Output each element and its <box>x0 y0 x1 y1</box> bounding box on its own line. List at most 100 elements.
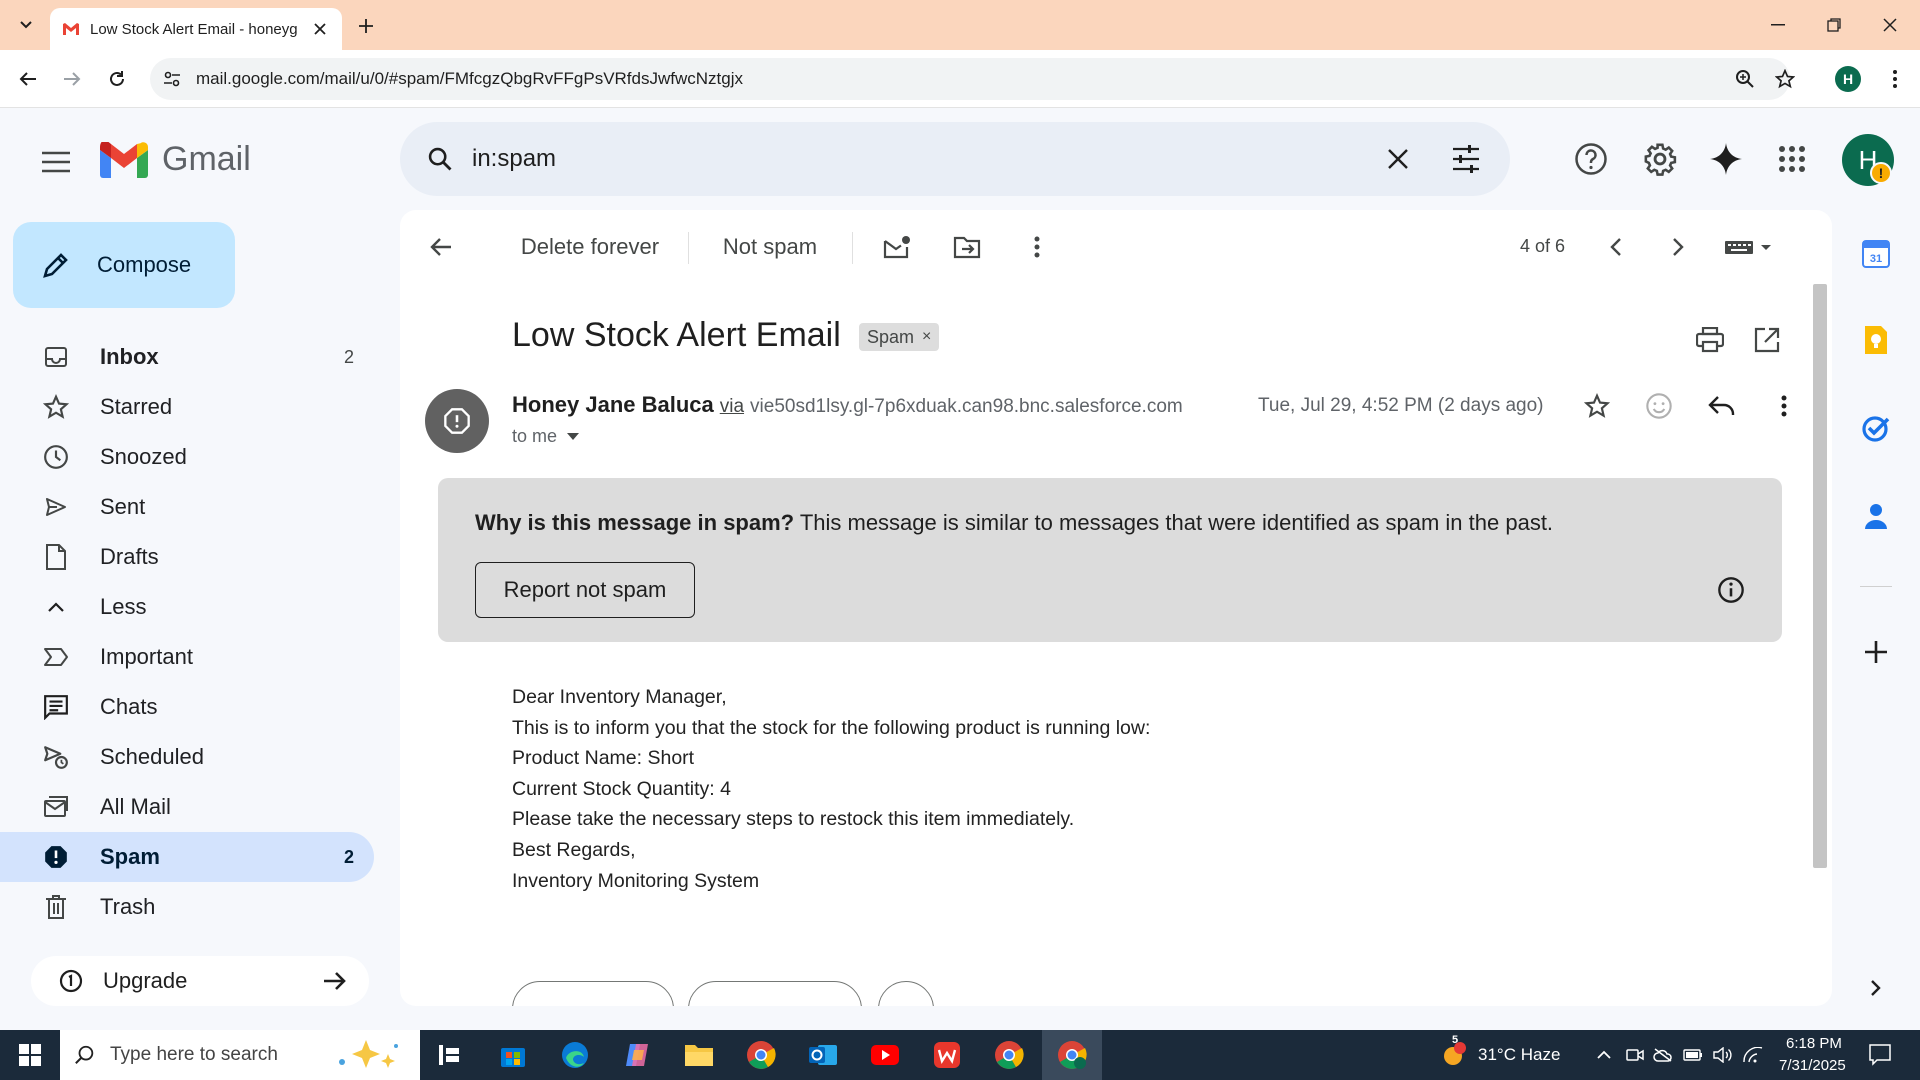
email-scrollbar[interactable] <box>1813 284 1827 868</box>
main-menu-icon[interactable] <box>36 142 76 182</box>
gmail-logo[interactable]: Gmail <box>100 140 251 179</box>
search-options-tune-icon[interactable] <box>1448 141 1484 177</box>
file-explorer-icon[interactable] <box>681 1037 717 1073</box>
tasks-app-icon[interactable] <box>1858 410 1894 446</box>
minimize-window-icon[interactable] <box>1750 0 1806 50</box>
sidebar-item-drafts[interactable]: Drafts <box>0 532 374 582</box>
microsoft-store-icon[interactable] <box>495 1037 531 1073</box>
sidebar-item-all-mail[interactable]: All Mail <box>0 782 374 832</box>
reaction-button[interactable] <box>878 981 934 1006</box>
reply-button[interactable] <box>512 981 674 1006</box>
open-in-new-window-icon[interactable] <box>1749 322 1785 358</box>
input-tools-keyboard-icon[interactable] <box>1720 226 1780 268</box>
search-icon[interactable] <box>422 141 458 177</box>
reload-icon[interactable] <box>103 65 131 93</box>
windows-start-icon[interactable] <box>0 1030 60 1080</box>
tab-search-chevron-icon[interactable] <box>12 10 40 38</box>
browser-menu-kebab-icon[interactable] <box>1882 66 1908 92</box>
delete-forever-button[interactable]: Delete forever <box>510 226 670 268</box>
gemini-sparkle-icon[interactable] <box>1707 140 1745 178</box>
star-message-icon[interactable] <box>1579 388 1615 424</box>
clock-time[interactable]: 6:18 PM <box>1786 1035 1842 1052</box>
new-tab-plus-icon[interactable] <box>352 12 380 40</box>
contacts-app-icon[interactable] <box>1858 498 1894 534</box>
via-link[interactable]: via <box>720 396 744 418</box>
sender-warning-avatar[interactable] <box>425 389 489 453</box>
not-spam-button[interactable]: Not spam <box>706 226 834 268</box>
sidebar-item-snoozed[interactable]: Snoozed <box>0 432 374 482</box>
message-more-kebab-icon[interactable] <box>1766 388 1802 424</box>
taskbar-search-box[interactable]: Type here to search <box>60 1030 420 1080</box>
mark-unread-icon[interactable] <box>876 226 918 268</box>
newer-chevron-left-icon[interactable] <box>1596 226 1636 268</box>
chrome-active-window-icon[interactable] <box>1054 1037 1090 1073</box>
show-hidden-icons-chevron-icon[interactable] <box>1594 1045 1614 1065</box>
print-icon[interactable] <box>1692 322 1728 358</box>
compose-button[interactable]: Compose <box>13 222 235 308</box>
calendar-app-icon[interactable]: 31 <box>1858 236 1894 272</box>
move-to-folder-icon[interactable] <box>946 226 988 268</box>
back-to-list-arrow-icon[interactable] <box>420 226 462 268</box>
forward-button[interactable] <box>688 981 862 1006</box>
clock-date[interactable]: 7/31/2025 <box>1779 1057 1846 1074</box>
youtube-icon[interactable] <box>867 1037 903 1073</box>
keep-app-icon[interactable] <box>1858 322 1894 358</box>
sidebar-item-sent[interactable]: Sent <box>0 482 374 532</box>
add-reaction-emoji-icon[interactable] <box>1641 388 1677 424</box>
show-details-caret-icon[interactable] <box>567 432 580 441</box>
older-chevron-right-icon[interactable] <box>1658 226 1698 268</box>
task-view-icon[interactable] <box>432 1037 468 1073</box>
sidebar-item-inbox[interactable]: Inbox 2 <box>0 332 374 382</box>
meet-camera-icon[interactable] <box>1625 1045 1645 1065</box>
chrome-icon[interactable] <box>743 1037 779 1073</box>
search-bar[interactable]: in:spam <box>400 122 1510 196</box>
reply-arrow-icon[interactable] <box>1704 388 1740 424</box>
bookmark-star-icon[interactable] <box>1772 66 1798 92</box>
sender-name[interactable]: Honey Jane Baluca <box>512 392 714 418</box>
draft-icon <box>40 541 72 573</box>
sidebar-item-chats[interactable]: Chats <box>0 682 374 732</box>
upgrade-info-icon <box>59 969 83 993</box>
sidebar-item-scheduled[interactable]: Scheduled <box>0 732 374 782</box>
weather-text[interactable]: 31°C Haze <box>1478 1045 1560 1065</box>
search-input[interactable]: in:spam <box>472 145 556 173</box>
sidebar-item-important[interactable]: Important <box>0 632 374 682</box>
help-icon[interactable] <box>1572 140 1610 178</box>
edge-browser-icon[interactable] <box>557 1037 593 1073</box>
sidebar-item-trash[interactable]: Trash <box>0 882 374 932</box>
zoom-magnifier-icon[interactable] <box>1732 66 1758 92</box>
volume-speaker-icon[interactable] <box>1713 1045 1733 1065</box>
restore-window-icon[interactable] <box>1806 0 1862 50</box>
sidebar-item-starred[interactable]: Starred <box>0 382 374 432</box>
close-window-icon[interactable] <box>1862 0 1918 50</box>
site-settings-icon[interactable] <box>162 69 182 89</box>
clear-search-icon[interactable] <box>1380 141 1416 177</box>
copilot-icon[interactable] <box>619 1037 655 1073</box>
battery-icon[interactable] <box>1683 1045 1703 1065</box>
sidebar-item-spam[interactable]: Spam 2 <box>0 832 374 882</box>
wps-office-icon[interactable] <box>929 1037 965 1073</box>
report-not-spam-button[interactable]: Report not spam <box>475 562 695 618</box>
notifications-icon[interactable] <box>1868 1043 1892 1067</box>
get-addons-plus-icon[interactable] <box>1858 634 1894 670</box>
spam-info-icon[interactable] <box>1713 572 1749 608</box>
recipient-details-toggle[interactable]: to me <box>512 426 580 447</box>
omnibox-url-field[interactable]: mail.google.com/mail/u/0/#spam/FMfcgzQbg… <box>150 58 1790 100</box>
more-actions-kebab-icon[interactable] <box>1016 226 1058 268</box>
sidebar-item-less[interactable]: Less <box>0 582 374 632</box>
chrome-profile-icon[interactable] <box>991 1037 1027 1073</box>
wifi-icon[interactable] <box>1743 1045 1763 1065</box>
browser-tab-active[interactable]: Low Stock Alert Email - honeyg <box>50 8 342 50</box>
onedrive-cloud-icon[interactable] <box>1653 1045 1673 1065</box>
remove-label-close-icon[interactable]: × <box>922 328 931 346</box>
forward-arrow-icon[interactable] <box>58 65 86 93</box>
browser-profile-avatar[interactable]: H <box>1835 66 1861 92</box>
settings-gear-icon[interactable] <box>1641 140 1679 178</box>
spam-reason-text: Why is this message in spam? This messag… <box>475 510 1553 536</box>
show-side-panel-chevron-icon[interactable] <box>1858 970 1894 1006</box>
upgrade-button[interactable]: Upgrade <box>31 956 369 1006</box>
apps-grid-icon[interactable] <box>1773 140 1811 178</box>
back-arrow-icon[interactable] <box>14 65 42 93</box>
outlook-icon[interactable] <box>805 1037 841 1073</box>
tab-close-icon[interactable] <box>310 19 330 39</box>
